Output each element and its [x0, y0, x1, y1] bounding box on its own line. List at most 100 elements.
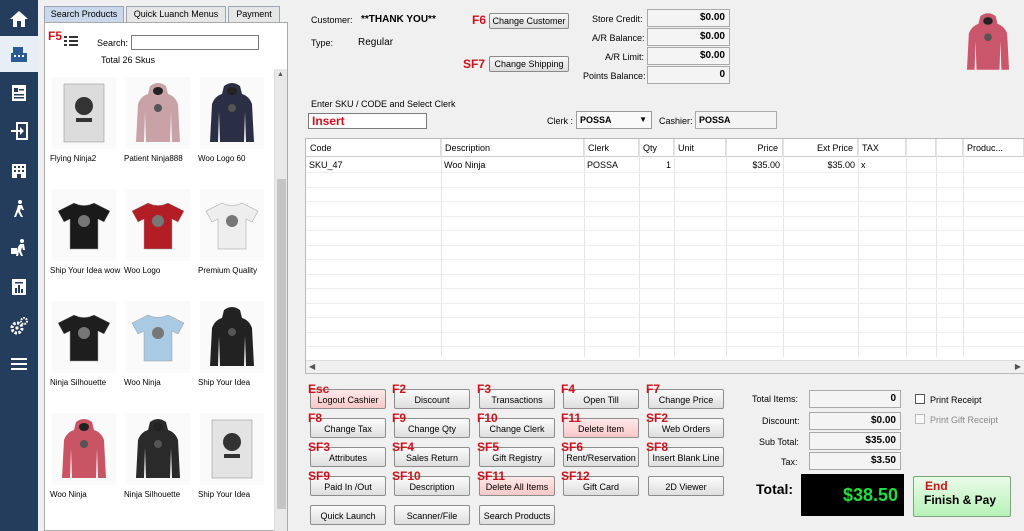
product-name: Woo Logo 60 [198, 154, 246, 163]
finish-pay-button[interactable]: End Finish & Pay [913, 476, 1011, 517]
button-label: Change Price [658, 395, 714, 405]
grid-row-line [306, 273, 1024, 275]
total-label: Total: [756, 481, 794, 497]
grid-row-line [306, 201, 1024, 202]
nav-settings-button[interactable] [0, 308, 38, 344]
chevron-down-icon: ▼ [639, 115, 647, 124]
scanner-file-button[interactable]: Scanner/File [394, 505, 470, 525]
home-icon [10, 11, 28, 27]
scroll-right-icon[interactable]: ▶ [1015, 362, 1021, 371]
tab-payment[interactable]: Payment [228, 6, 280, 22]
product-image [126, 77, 190, 149]
clerk-select[interactable]: POSSA ▼ [576, 111, 652, 129]
search-label: Search: [97, 38, 129, 48]
change-shipping-button[interactable]: Change Shipping [489, 56, 569, 72]
shortcut-key: SF10 [392, 469, 421, 483]
scroll-left-icon[interactable]: ◀ [309, 362, 315, 371]
product-tile[interactable]: Ship Your Idea [198, 413, 270, 509]
shortcut-key: Esc [308, 382, 330, 396]
nav-home-button[interactable] [0, 1, 38, 37]
product-name: Ship Your Idea wow [50, 266, 121, 275]
scroll-up-icon[interactable]: ▲ [277, 71, 284, 78]
shortcut-key: F2 [392, 382, 407, 396]
action-buttons: Logout Cashier Esc Discount F2 Transactions F… [304, 376, 724, 531]
product-image [200, 413, 264, 485]
nav-building-button[interactable] [0, 152, 38, 188]
points-balance-value: 0 [647, 66, 730, 84]
store-credit-value: $0.00 [647, 9, 730, 27]
grid-row-line [306, 317, 1024, 318]
product-tile[interactable]: Ship Your Idea wow [50, 189, 122, 285]
product-tile[interactable]: Premium Quality [198, 189, 270, 285]
product-tile[interactable]: Woo Logo 60 [198, 77, 270, 173]
poster-icon [63, 83, 105, 143]
finish-pay-label: Finish & Pay [924, 493, 997, 507]
product-tile[interactable]: Flying Ninja2 [50, 77, 122, 173]
store-credit-label: Store Credit: [592, 14, 643, 24]
list-view-icon[interactable] [64, 35, 78, 49]
table-row[interactable]: SKU_47 Woo Ninja POSSA 1 $35.00 $35.00 x [306, 139, 1024, 173]
product-tile[interactable]: Ninja Silhouette [50, 301, 122, 397]
product-browser: F5 Search: Total 26 Skus Flying Ninja2 Pa… [44, 22, 288, 531]
product-tile[interactable]: Patient Ninja888 [124, 77, 196, 173]
button-label: Transactions [491, 395, 543, 405]
button-label: Discount [414, 395, 450, 405]
2d-viewer-button[interactable]: 2D Viewer [648, 476, 724, 496]
product-image [52, 301, 116, 373]
product-name: Flying Ninja2 [50, 154, 97, 163]
product-tile[interactable]: Ninja Silhouette [124, 413, 196, 509]
product-image [200, 77, 264, 149]
shortcut-key: SF5 [477, 440, 500, 454]
nav-sign-in-button[interactable] [0, 113, 38, 149]
tshirt-icon [131, 202, 185, 250]
nav-delivery-button[interactable] [0, 230, 38, 266]
button-label: 2D Viewer [665, 482, 707, 492]
customer-type: Regular [358, 37, 394, 48]
ar-balance-label: A/R Balance: [592, 33, 645, 43]
button-label: Change Clerk [489, 424, 545, 434]
print-gift-receipt-checkbox[interactable] [915, 414, 925, 424]
tab-search-products[interactable]: Search Products [44, 6, 124, 22]
hoodie-icon [210, 307, 254, 366]
nav-report-button[interactable] [0, 269, 38, 305]
nav-register-button[interactable] [0, 36, 38, 72]
sign-in-icon [11, 122, 28, 140]
table-cell: x [861, 160, 866, 170]
sku-input[interactable]: Insert [308, 113, 427, 129]
nav-person-walk-button[interactable] [0, 191, 38, 227]
scrollbar-thumb[interactable] [277, 179, 286, 509]
search-input[interactable] [131, 35, 259, 50]
shortcut-key: SF4 [392, 440, 415, 454]
discount-value: $0.00 [809, 412, 901, 430]
tab-quick-launch-menus[interactable]: Quick Luanch Menus [126, 6, 226, 22]
product-tile[interactable]: Ship Your Idea [198, 301, 270, 397]
table-cell: 1 [665, 160, 671, 170]
shortcut-key: SF3 [308, 440, 331, 454]
button-label: Paid In /Out [324, 482, 372, 492]
nav-menu-button[interactable] [0, 346, 38, 382]
shortcut-key: SF6 [561, 440, 584, 454]
search-products-button[interactable]: Search Products [479, 505, 555, 525]
grid-row-line [306, 230, 1024, 231]
grid-horizontal-scrollbar[interactable]: ◀ ▶ [306, 360, 1024, 373]
nav-invoice-button[interactable] [0, 75, 38, 111]
button-label: Gift Registry [492, 453, 542, 463]
button-label: Open Till [583, 395, 619, 405]
line-items-grid[interactable]: Code Description Clerk Qty Unit Price Ext Pric… [305, 138, 1024, 374]
product-tile[interactable]: Woo Ninja [124, 301, 196, 397]
product-tile[interactable]: Woo Logo [124, 189, 196, 285]
shortcut-key: F9 [392, 411, 407, 425]
hoodie-icon [136, 419, 180, 478]
hoodie-icon [62, 419, 106, 478]
quick-launch-button[interactable]: Quick Launch [310, 505, 386, 525]
grid-row-line [306, 346, 1024, 347]
product-tile[interactable]: Woo Ninja [50, 413, 122, 509]
change-customer-button[interactable]: Change Customer [489, 13, 569, 29]
shortcut-key: SF9 [308, 469, 331, 483]
print-receipt-checkbox[interactable] [915, 394, 925, 404]
delivery-icon [11, 239, 25, 256]
ar-limit-label: A/R Limit: [605, 52, 645, 62]
product-scrollbar[interactable]: ▲ [274, 69, 287, 531]
subtotal-value: $35.00 [809, 432, 901, 450]
grid-row-line [306, 288, 1024, 289]
